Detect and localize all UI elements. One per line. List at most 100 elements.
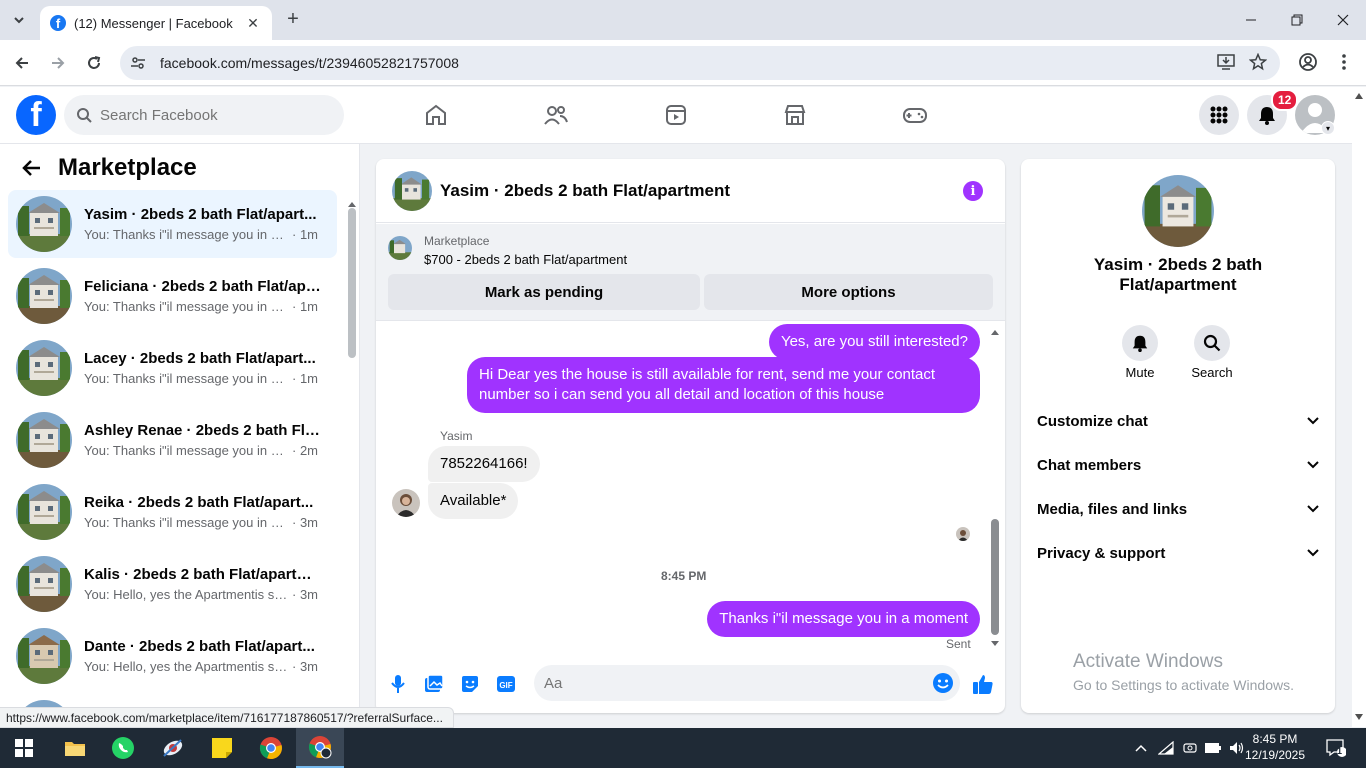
- conversation-thumbnail: [16, 556, 72, 612]
- message-outgoing[interactable]: Thanks i"il message you in a moment: [707, 601, 980, 637]
- mute-button[interactable]: Mute: [1110, 325, 1170, 380]
- chevron-down-icon: [14, 17, 24, 24]
- taskbar-sticky-notes[interactable]: [198, 728, 246, 768]
- message-incoming[interactable]: 7852264166!: [428, 446, 540, 482]
- conversation-item[interactable]: Reika · 2beds 2 bath Flat/apart... You: T…: [8, 478, 337, 546]
- like-button[interactable]: [970, 671, 996, 697]
- nav-video[interactable]: [656, 97, 696, 133]
- taskbar-chrome[interactable]: [247, 728, 295, 768]
- chevron-down-icon: [1307, 417, 1319, 425]
- search-icon: [77, 108, 92, 123]
- message-input-wrapper[interactable]: [534, 665, 960, 701]
- attach-photo-button[interactable]: [421, 671, 447, 697]
- chat-title[interactable]: Yasim · 2beds 2 bath Flat/apartment: [440, 181, 730, 201]
- facebook-logo[interactable]: f: [16, 95, 56, 135]
- action-center[interactable]: 1: [1324, 739, 1348, 757]
- conversation-preview: You: Thanks i"il message you in a ...: [84, 371, 289, 386]
- taskbar-app[interactable]: [149, 728, 197, 768]
- details-section-row[interactable]: Media, files and links: [1029, 487, 1327, 531]
- chrome-icon: [259, 737, 282, 760]
- message-incoming[interactable]: Available*: [428, 483, 519, 519]
- conversation-item[interactable]: Yasim · 2beds 2 bath Flat/apart... You: T…: [8, 190, 337, 258]
- taskbar-file-explorer[interactable]: [51, 728, 99, 768]
- facebook-search[interactable]: [64, 95, 344, 135]
- listing-title[interactable]: $700 - 2beds 2 bath Flat/apartment: [424, 252, 627, 267]
- listing-thumbnail[interactable]: [388, 236, 412, 260]
- account-chevron-icon[interactable]: ▾: [1321, 121, 1335, 135]
- listing-bar: Marketplace $700 - 2beds 2 bath Flat/apa…: [376, 224, 1005, 321]
- taskbar-clock[interactable]: 8:45 PM 12/19/2025: [1238, 731, 1312, 763]
- conversation-item[interactable]: Feliciana · 2beds 2 bath Flat/apa... You:…: [8, 262, 337, 330]
- menu-button[interactable]: [1199, 95, 1239, 135]
- minimize-icon: [1246, 19, 1256, 21]
- chat-avatar[interactable]: [392, 170, 432, 211]
- profile-button[interactable]: [1296, 50, 1320, 74]
- gif-button[interactable]: GIF: [493, 671, 519, 697]
- details-section-row[interactable]: Chat members: [1029, 443, 1327, 487]
- nav-home[interactable]: [416, 97, 456, 133]
- nav-marketplace[interactable]: [775, 97, 815, 133]
- close-window-button[interactable]: [1320, 0, 1366, 40]
- house-thumbnail: [392, 170, 432, 211]
- search-input[interactable]: [100, 106, 320, 124]
- nav-friends[interactable]: [536, 97, 576, 133]
- chrome-menu-button[interactable]: [1332, 50, 1356, 74]
- message-sender-name: Yasim: [440, 429, 473, 443]
- site-settings-icon[interactable]: [130, 55, 146, 71]
- more-options-button[interactable]: More options: [704, 274, 993, 310]
- back-button[interactable]: [9, 50, 35, 76]
- forward-button[interactable]: [45, 50, 71, 76]
- nav-gaming[interactable]: [895, 97, 935, 133]
- sender-avatar[interactable]: [392, 489, 420, 517]
- conversation-item[interactable]: Kalis · 2beds 2 bath Flat/apartm... You: …: [8, 550, 337, 618]
- clock-time: 8:45 PM: [1252, 732, 1298, 746]
- scrollbar-thumb[interactable]: [991, 519, 999, 635]
- page-scrollbar[interactable]: [1352, 87, 1366, 727]
- details-section-row[interactable]: Privacy & support: [1029, 531, 1327, 575]
- conversation-meta: You: Thanks i"il message you in a ... · 3…: [84, 515, 322, 530]
- back-arrow-icon[interactable]: [20, 157, 42, 179]
- bookmark-button[interactable]: [1246, 50, 1270, 74]
- search-icon: [1203, 334, 1221, 352]
- details-section-row[interactable]: Customize chat: [1029, 399, 1327, 443]
- tab-search-button[interactable]: [6, 8, 32, 32]
- start-button[interactable]: [0, 728, 48, 768]
- details-avatar[interactable]: [1142, 175, 1214, 247]
- info-icon[interactable]: i: [963, 181, 983, 201]
- conversation-item[interactable]: Lacey · 2beds 2 bath Flat/apart... You: T…: [8, 334, 337, 402]
- taskbar-whatsapp[interactable]: [99, 728, 147, 768]
- sticker-button[interactable]: [457, 671, 483, 697]
- show-hidden-icons[interactable]: [1132, 740, 1150, 756]
- voice-clip-button[interactable]: [385, 671, 411, 697]
- restore-button[interactable]: [1274, 0, 1320, 40]
- install-app-button[interactable]: [1214, 50, 1238, 74]
- photo-icon: [425, 674, 444, 692]
- network-tray[interactable]: [1157, 740, 1175, 756]
- conversation-text: Dante · 2beds 2 bath Flat/apart... You: H…: [84, 638, 322, 674]
- reload-button[interactable]: [81, 50, 107, 76]
- chat-scrollbar[interactable]: [989, 327, 1001, 649]
- marketplace-conversation-list: Marketplace Yasim · 2beds 2 bath Flat/ap…: [0, 144, 360, 727]
- message-outgoing[interactable]: Hi Dear yes the house is still available…: [467, 357, 980, 413]
- conversation-item[interactable]: Dante · 2beds 2 bath Flat/apart... You: H…: [8, 622, 337, 690]
- meet-now-tray[interactable]: [1181, 740, 1199, 756]
- message-outgoing[interactable]: Yes, are you still interested?: [768, 324, 980, 360]
- browser-tab[interactable]: f (12) Messenger | Facebook ✕: [40, 6, 272, 40]
- battery-tray[interactable]: [1204, 740, 1222, 756]
- message-input[interactable]: [544, 674, 904, 692]
- mark-as-pending-button[interactable]: Mark as pending: [388, 274, 700, 310]
- minimize-button[interactable]: [1228, 0, 1274, 40]
- tab-close-icon[interactable]: ✕: [244, 14, 262, 32]
- gif-icon: GIF: [497, 676, 515, 692]
- emoji-icon[interactable]: [932, 672, 954, 694]
- taskbar-chrome-active[interactable]: [296, 728, 344, 768]
- scrollbar-thumb[interactable]: [348, 208, 356, 358]
- arrow-right-icon: [52, 57, 65, 69]
- new-tab-button[interactable]: +: [282, 8, 304, 30]
- conversation-item[interactable]: Ashley Renae · 2beds 2 bath Flat... You: …: [8, 406, 337, 474]
- address-bar[interactable]: facebook.com/messages/t/2394605282175700…: [120, 46, 1280, 80]
- conversation-meta: You: Thanks i"il message you in a ... · 1…: [84, 227, 322, 242]
- notification-icon: [1326, 739, 1346, 757]
- conversation-scrollbar[interactable]: [346, 196, 358, 727]
- search-conversation-button[interactable]: Search: [1182, 325, 1242, 380]
